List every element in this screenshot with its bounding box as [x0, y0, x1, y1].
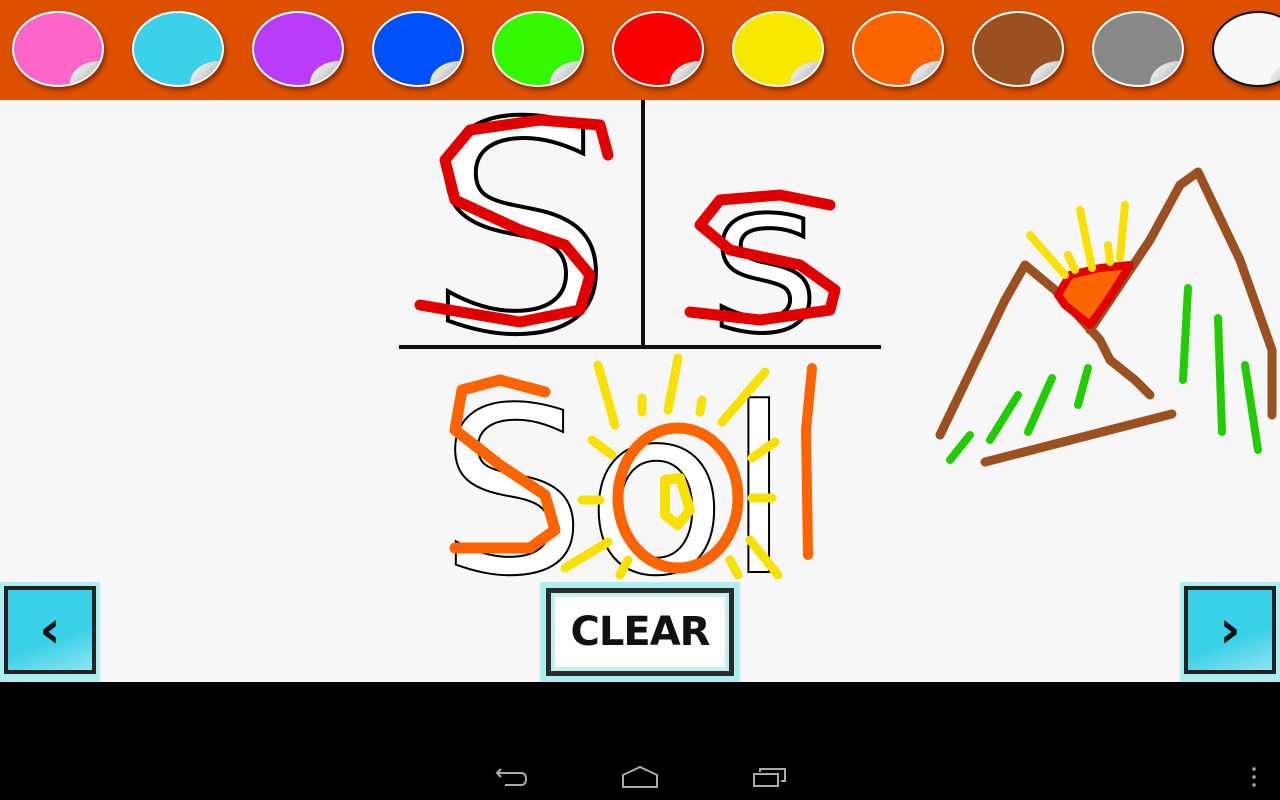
page-curl-icon	[70, 61, 102, 85]
color-swatch-orange[interactable]	[852, 11, 944, 87]
color-palette	[0, 0, 1280, 100]
chevron-left-icon: ‹	[39, 600, 61, 660]
page-curl-icon	[1030, 61, 1062, 85]
color-swatch-blue[interactable]	[372, 11, 464, 87]
home-icon[interactable]	[621, 765, 659, 789]
color-swatch-yellow[interactable]	[732, 11, 824, 87]
color-swatch-white[interactable]	[1212, 11, 1280, 87]
orange-stroke-l	[801, 363, 817, 560]
color-swatch-gray[interactable]	[1092, 11, 1184, 87]
page-curl-icon	[1270, 61, 1280, 85]
yellow-volcano-rays	[1026, 201, 1129, 279]
page-curl-icon	[1150, 61, 1182, 85]
color-swatch-purple[interactable]	[252, 11, 344, 87]
page-curl-icon	[910, 61, 942, 85]
next-button[interactable]: ›	[1180, 582, 1280, 682]
previous-button[interactable]: ‹	[0, 582, 100, 682]
page-curl-icon	[550, 61, 582, 85]
color-swatch-brown[interactable]	[972, 11, 1064, 87]
color-swatch-cyan[interactable]	[132, 11, 224, 87]
color-swatch-green[interactable]	[492, 11, 584, 87]
page-curl-icon	[670, 61, 702, 85]
back-icon[interactable]	[495, 765, 529, 789]
page-curl-icon	[430, 61, 462, 85]
color-swatch-pink[interactable]	[12, 11, 104, 87]
chevron-right-icon: ›	[1219, 600, 1241, 660]
page-curl-icon	[310, 61, 342, 85]
page-curl-icon	[190, 61, 222, 85]
clear-button[interactable]: CLEAR	[540, 582, 740, 682]
color-swatch-red[interactable]	[612, 11, 704, 87]
brown-ground	[980, 409, 1177, 467]
page-curl-icon	[790, 61, 822, 85]
recents-icon[interactable]	[752, 766, 788, 788]
overflow-menu-icon[interactable]	[1250, 766, 1258, 788]
clear-label: CLEAR	[570, 609, 711, 655]
